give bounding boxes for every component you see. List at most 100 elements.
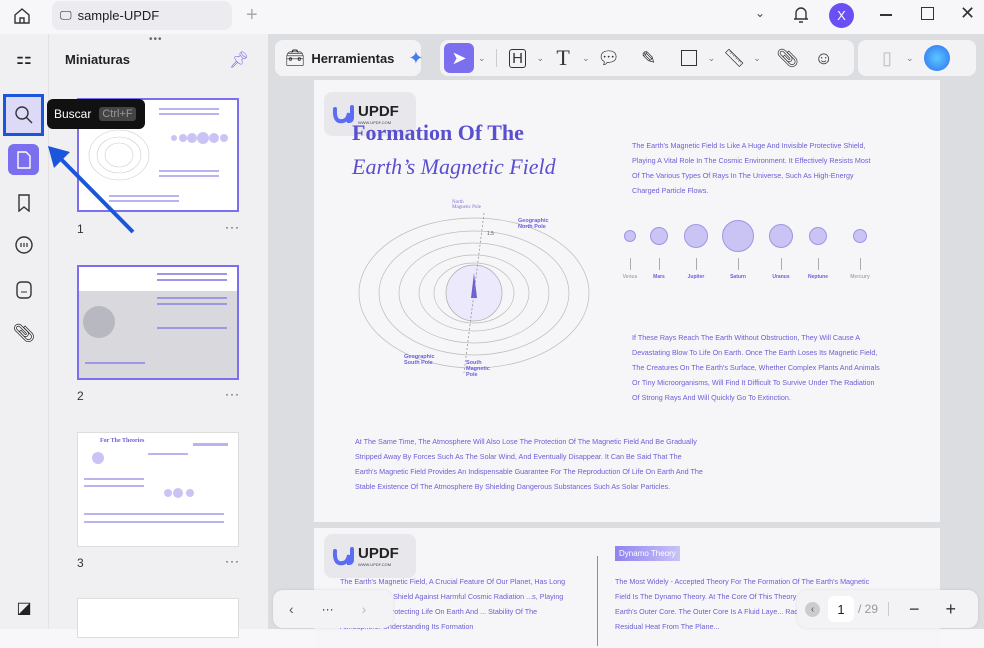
- diagram-label: South Magnetic Pole: [466, 360, 490, 378]
- paragraph: At The Same Time, The Atmosphere Will Al…: [355, 437, 703, 491]
- zoom-out-button[interactable]: −: [909, 599, 920, 620]
- sticker-icon[interactable]: ☺: [809, 43, 839, 73]
- planet-line: [860, 258, 861, 270]
- thumbnail-page-4[interactable]: [77, 598, 239, 638]
- thumbnail-more-button[interactable]: ···: [225, 220, 240, 234]
- more-button[interactable]: ···: [322, 602, 334, 616]
- thumbnail-page-3[interactable]: For The Theories: [77, 432, 239, 547]
- chevron-down-icon[interactable]: ⌄: [755, 6, 765, 20]
- planet-label: Mars: [653, 274, 665, 280]
- planet-mars: [650, 227, 668, 245]
- section-badge: Dynamo Theory: [615, 546, 680, 561]
- new-tab-button[interactable]: +: [246, 4, 258, 27]
- diagram-label: North Magnetic Pole: [452, 200, 482, 210]
- planet-line: [696, 258, 697, 270]
- drag-handle[interactable]: •••: [149, 34, 163, 45]
- comment-icon[interactable]: [10, 231, 38, 259]
- panel-title: Miniaturas: [65, 52, 131, 67]
- home-icon[interactable]: [12, 6, 32, 31]
- planet-line: [818, 258, 819, 270]
- thumbnails-button[interactable]: [8, 144, 39, 175]
- zoom-in-button[interactable]: +: [946, 599, 957, 620]
- planet-line: [630, 258, 631, 270]
- paperclip-icon[interactable]: 📎︎: [773, 43, 803, 73]
- thumbnail-page-2[interactable]: [77, 265, 239, 380]
- planet-label: Jupiter: [687, 274, 705, 280]
- planet-label: Saturn: [730, 274, 746, 280]
- monitor-icon: 🖵: [60, 8, 72, 22]
- previous-icon[interactable]: ‹: [289, 601, 294, 617]
- tooltip-label: Buscar: [54, 107, 92, 121]
- toolbox-icon: 🧰︎: [285, 50, 306, 67]
- thumbnail-label: 2: [77, 389, 84, 403]
- right-toolbar: ▯ ⌄: [858, 40, 976, 76]
- planet-line: [781, 258, 782, 270]
- page-nav-pill: ‹ ··· ›: [273, 590, 393, 628]
- bookmark-icon[interactable]: [10, 189, 38, 217]
- thumbnail-more-button[interactable]: ···: [225, 554, 240, 568]
- tools-button[interactable]: Herramientas: [311, 51, 394, 66]
- attachment-icon[interactable]: 📎︎: [10, 319, 38, 347]
- bell-icon[interactable]: [792, 5, 810, 30]
- close-button[interactable]: ✕: [960, 3, 975, 24]
- left-rail: ⚏ 📎︎ ◪: [0, 34, 48, 629]
- layers-icon[interactable]: ◪: [10, 594, 38, 622]
- diagram-label: 1.5: [487, 231, 494, 237]
- page-title: Formation Of The: [352, 120, 524, 145]
- paragraph: The Earth's Magnetic Field Is Like A Hug…: [632, 141, 871, 195]
- page-subtitle: Earth’s Magnetic Field: [352, 154, 556, 179]
- document-tab[interactable]: 🖵 sample-UPDF: [52, 1, 232, 30]
- annotation-toolbar: ➤︎ ⌄ H ⌄ T ⌄ 💬︎ ✎ ⌄ 📏︎ ⌄ 📎︎ ☺: [440, 40, 854, 76]
- maximize-button[interactable]: [921, 7, 934, 20]
- tooltip: Buscar Ctrl+F: [47, 99, 145, 129]
- comment-bubble-icon[interactable]: 💬︎: [594, 43, 624, 73]
- ai-sparkle-icon[interactable]: ✦: [408, 48, 423, 69]
- planet-venus: [624, 230, 636, 242]
- heading-icon[interactable]: H: [503, 43, 533, 73]
- rectangle-icon[interactable]: [674, 43, 704, 73]
- planet-line: [659, 258, 660, 270]
- planet-mercury: [853, 229, 867, 243]
- avatar[interactable]: X: [829, 3, 854, 28]
- search-icon: [15, 106, 33, 124]
- minimize-button[interactable]: [880, 14, 892, 16]
- page-number-input[interactable]: 1: [828, 596, 854, 622]
- page-total: / 29: [858, 602, 879, 616]
- pdf-page-2: UPDF WWW.UPDF.COM The Earth's Magnetic Fi…: [314, 528, 940, 648]
- stamp-icon[interactable]: [10, 276, 38, 304]
- planet-label: Uranus: [772, 274, 790, 280]
- pdf-page-1: UPDF WWW.UPDF.COM Formation Of The Earth’…: [314, 80, 940, 522]
- page-controls: ‹ 1 / 29 − +: [797, 590, 978, 628]
- title-bar: 🖵 sample-UPDF + ⌄ X ✕: [0, 0, 984, 34]
- planet-label: Neptune: [808, 274, 828, 280]
- measure-icon[interactable]: 📏︎: [719, 43, 749, 73]
- thumbnail-more-button[interactable]: ···: [225, 387, 240, 401]
- tooltip-shortcut: Ctrl+F: [99, 107, 136, 121]
- thumbnail-label: 3: [77, 556, 84, 570]
- next-icon[interactable]: ›: [362, 601, 367, 617]
- planet-line: [738, 258, 739, 270]
- previous-page-button[interactable]: ‹: [805, 601, 820, 617]
- search-button[interactable]: [3, 94, 44, 136]
- planet-jupiter: [684, 224, 708, 248]
- thumbnail-title: For The Theories: [100, 438, 145, 444]
- planet-uranus: [769, 224, 793, 248]
- paragraph: If These Rays Reach The Earth Without Ob…: [632, 333, 880, 402]
- document-area: 🧰︎ Herramientas ✦ ➤︎ ⌄ H ⌄ T ⌄ 💬︎ ✎ ⌄ 📏︎ ⌄ 📎…: [268, 34, 984, 648]
- select-cursor-icon[interactable]: ➤︎: [444, 43, 474, 73]
- text-icon[interactable]: T: [548, 43, 578, 73]
- page-icon: [16, 150, 31, 169]
- ai-assistant-icon[interactable]: [923, 45, 950, 71]
- save-icon[interactable]: ▯: [872, 43, 902, 73]
- highlighter-icon[interactable]: ✎: [634, 43, 664, 73]
- diagram-label: Geographic North Pole: [518, 218, 549, 230]
- pin-icon[interactable]: 📌︎: [229, 50, 249, 70]
- planet-neptune: [809, 227, 827, 245]
- updf-logo: UPDF WWW.UPDF.COM: [324, 534, 416, 578]
- grid-icon[interactable]: ⚏: [10, 44, 38, 72]
- annotation-arrow: [48, 146, 135, 234]
- diagram-label: Geographic South Pole: [404, 354, 435, 366]
- tools-group: 🧰︎ Herramientas ✦: [275, 40, 424, 76]
- planet-label: Mercury: [850, 274, 870, 280]
- tab-title: sample-UPDF: [77, 8, 160, 23]
